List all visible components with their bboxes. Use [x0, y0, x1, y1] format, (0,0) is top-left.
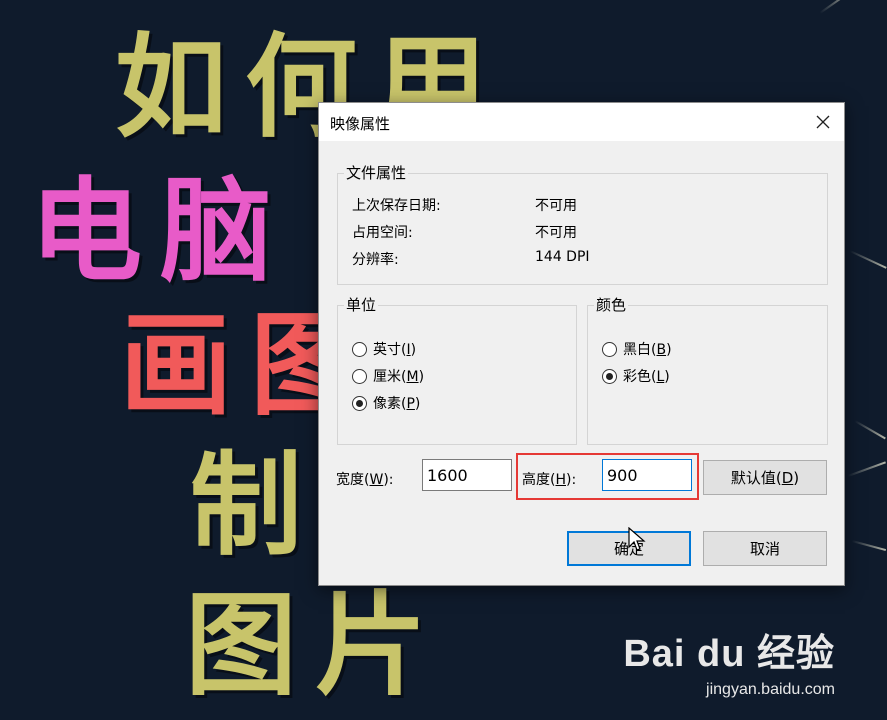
- radio-circle-checked: [352, 395, 367, 411]
- decorative-streak: [854, 420, 886, 440]
- width-label: 宽度(W):: [336, 472, 394, 488]
- radio-circle: [602, 341, 617, 357]
- baidu-logo-text: Bai du 经验: [623, 633, 835, 675]
- close-button[interactable]: [810, 109, 836, 135]
- width-input[interactable]: [422, 459, 512, 491]
- disk-size-label: 占用空间:: [352, 225, 413, 241]
- radio-pixels-label: 像素(P): [373, 396, 421, 412]
- baidu-watermark: Bai du 经验 jingyan.baidu.com: [623, 622, 835, 699]
- cancel-button[interactable]: 取消: [703, 531, 827, 566]
- last-saved-label: 上次保存日期:: [352, 198, 441, 214]
- resolution-label: 分辨率:: [352, 252, 399, 268]
- radio-inches-label: 英寸(I): [373, 342, 417, 358]
- radio-circle: [352, 368, 367, 384]
- decorative-streak: [819, 0, 854, 14]
- background-title-line-5: 图片: [185, 581, 445, 711]
- units-label: 单位: [344, 294, 379, 315]
- height-label: 高度(H):: [522, 472, 577, 488]
- radio-color-label: 彩色(L): [623, 369, 670, 385]
- background-title-line-2: 电脑: [30, 167, 290, 297]
- radio-pixels[interactable]: 像素(P): [352, 393, 420, 413]
- decorative-streak: [851, 540, 887, 552]
- radio-black-white-label: 黑白(B): [623, 342, 672, 358]
- resolution-value: 144 DPI: [535, 249, 590, 265]
- radio-circle: [352, 341, 367, 357]
- disk-size-value: 不可用: [535, 225, 577, 241]
- last-saved-value: 不可用: [535, 198, 577, 214]
- file-properties-label: 文件属性: [344, 162, 409, 183]
- mouse-cursor-icon: [628, 527, 646, 551]
- decorative-streak: [849, 250, 887, 269]
- close-icon: [816, 115, 830, 129]
- default-values-button[interactable]: 默认值(D): [703, 460, 827, 495]
- radio-centimeters[interactable]: 厘米(M): [352, 366, 424, 386]
- baidu-logo: Bai du 经验: [623, 622, 835, 677]
- decorative-streak: [847, 461, 886, 477]
- dialog-title: 映像属性: [330, 115, 391, 133]
- radio-circle-checked: [602, 368, 617, 384]
- radio-black-white[interactable]: 黑白(B): [602, 339, 672, 359]
- radio-inches[interactable]: 英寸(I): [352, 339, 416, 359]
- dialog-titlebar: 映像属性: [319, 103, 844, 141]
- radio-centimeters-label: 厘米(M): [373, 369, 425, 385]
- radio-color[interactable]: 彩色(L): [602, 366, 670, 386]
- background-title-line-4: 制: [190, 441, 320, 571]
- height-input[interactable]: [602, 459, 692, 491]
- watermark-site: jingyan.baidu.com: [706, 681, 835, 698]
- colors-label: 颜色: [594, 294, 629, 315]
- image-properties-dialog: 映像属性 文件属性 上次保存日期: 不可用 占用空间: 不可用 分辨率: 144…: [318, 102, 845, 586]
